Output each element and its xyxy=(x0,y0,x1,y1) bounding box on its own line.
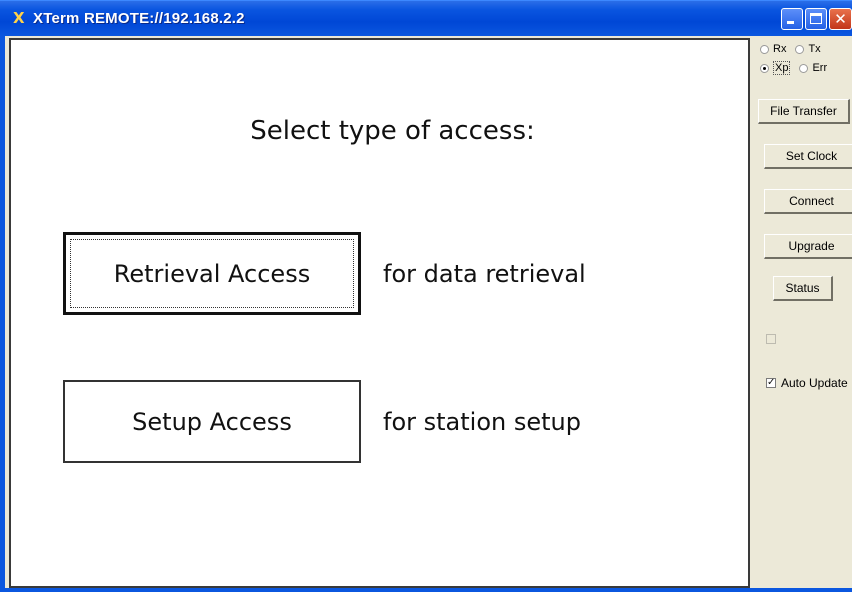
title-bar[interactable]: X XTerm REMOTE://192.168.2.2 ✕ xyxy=(0,0,852,36)
radio-err-label[interactable]: Err xyxy=(812,62,827,74)
radio-tx-label[interactable]: Tx xyxy=(808,43,820,55)
radio-rx-label[interactable]: Rx xyxy=(773,43,786,55)
disabled-checkbox xyxy=(766,334,776,344)
radio-tx[interactable] xyxy=(795,44,805,54)
close-button[interactable]: ✕ xyxy=(829,8,852,30)
access-prompt: Select type of access: xyxy=(250,116,535,146)
radio-xp[interactable] xyxy=(760,63,769,73)
retrieval-access-button[interactable]: Retrieval Access xyxy=(63,232,361,315)
setup-description: for station setup xyxy=(383,408,581,436)
disabled-checkbox-row xyxy=(766,334,781,344)
auto-update-checkbox[interactable]: ✓ xyxy=(766,378,776,388)
retrieval-description: for data retrieval xyxy=(383,260,586,288)
window-frame-left xyxy=(0,36,5,592)
window-frame-bottom xyxy=(0,588,852,592)
radio-rx[interactable] xyxy=(760,44,769,54)
radio-xp-label[interactable]: Xp xyxy=(773,61,791,75)
radio-row-2: Xp Err xyxy=(760,61,836,75)
upgrade-button[interactable]: Upgrade xyxy=(764,234,852,259)
window-title: XTerm REMOTE://192.168.2.2 xyxy=(33,10,245,27)
set-clock-button[interactable]: Set Clock xyxy=(764,144,852,169)
maximize-icon xyxy=(810,13,822,24)
setup-access-label: Setup Access xyxy=(132,407,292,436)
auto-update-label[interactable]: Auto Update xyxy=(781,376,848,390)
control-panel: Rx Tx Xp Err File Transfer Set Clock Con… xyxy=(752,36,852,588)
auto-update-row: ✓ Auto Update xyxy=(766,376,848,390)
status-button[interactable]: Status xyxy=(773,276,833,301)
connect-button[interactable]: Connect xyxy=(764,189,852,214)
xterm-app-icon[interactable]: X xyxy=(13,9,29,27)
setup-access-button[interactable]: Setup Access xyxy=(63,380,361,463)
minimize-button[interactable] xyxy=(781,8,803,30)
close-icon: ✕ xyxy=(834,10,847,28)
focus-rectangle xyxy=(70,239,354,308)
maximize-button[interactable] xyxy=(805,8,827,30)
radio-err[interactable] xyxy=(799,63,809,73)
terminal-screen[interactable]: Select type of access: Retrieval Access … xyxy=(9,38,750,588)
radio-row-1: Rx Tx xyxy=(760,42,830,56)
minimize-icon xyxy=(787,21,794,24)
file-transfer-button[interactable]: File Transfer xyxy=(758,99,850,124)
